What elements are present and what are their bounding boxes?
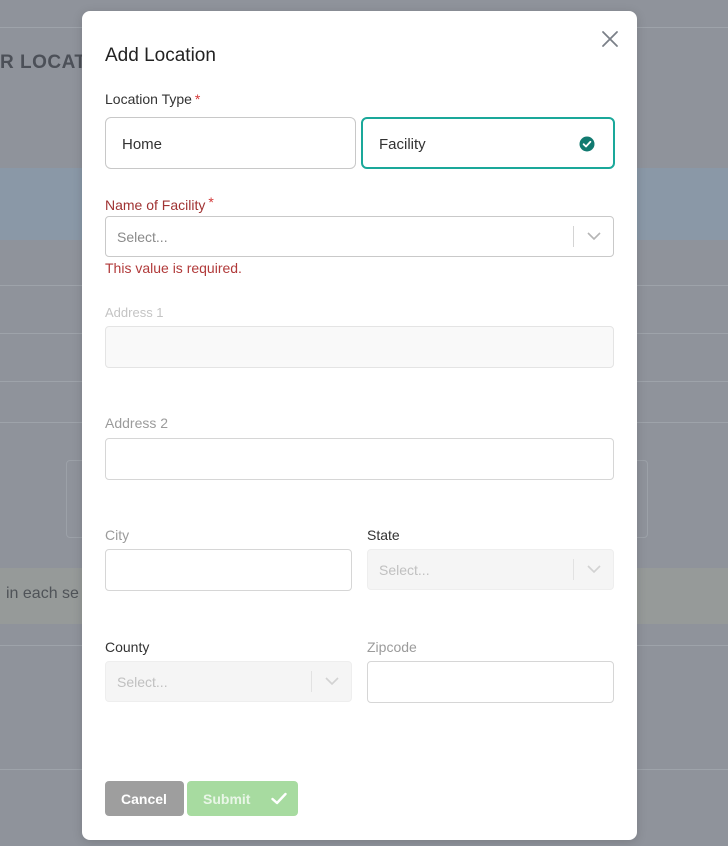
chevron-down-icon — [325, 677, 339, 686]
location-type-label: Location Type * — [105, 91, 201, 107]
close-button[interactable] — [599, 28, 621, 50]
select-placeholder: Select... — [117, 229, 168, 245]
page: R LOCATIO in each se Add Location Locati… — [0, 0, 728, 846]
facility-name-select[interactable]: Select... — [105, 216, 614, 257]
address1-input[interactable] — [105, 326, 614, 368]
address1-label: Address 1 — [105, 305, 164, 320]
county-select[interactable]: Select... — [105, 661, 352, 702]
modal-title: Add Location — [105, 45, 216, 66]
zipcode-label: Zipcode — [367, 639, 417, 655]
cancel-button-label: Cancel — [121, 791, 167, 807]
chevron-down-icon — [587, 565, 601, 574]
location-type-home-option[interactable]: Home — [105, 117, 356, 169]
facility-name-label: Name of Facility * — [105, 194, 214, 213]
submit-button[interactable]: Submit — [187, 781, 298, 816]
address2-label: Address 2 — [105, 415, 169, 431]
background-banner-text: in each se — [6, 585, 79, 602]
select-separator — [573, 226, 574, 247]
check-circle-icon — [579, 136, 595, 152]
state-select[interactable]: Select... — [367, 549, 614, 590]
add-location-modal: Add Location Location Type * Home Facilit… — [82, 11, 637, 840]
city-label: City — [105, 527, 130, 543]
zipcode-input[interactable] — [367, 661, 614, 703]
required-mark: * — [194, 91, 201, 107]
option-label: Home — [122, 136, 163, 153]
submit-button-label: Submit — [203, 791, 251, 807]
close-icon — [602, 31, 618, 47]
checkmark-icon — [271, 792, 287, 805]
address2-input[interactable] — [105, 438, 614, 480]
cancel-button[interactable]: Cancel — [105, 781, 184, 816]
state-label: State — [367, 527, 400, 543]
select-placeholder: Select... — [379, 562, 430, 578]
chevron-down-icon — [587, 232, 601, 241]
select-separator — [311, 671, 312, 692]
required-mark: * — [208, 194, 214, 210]
option-label: Facility — [379, 136, 426, 153]
county-label: County — [105, 639, 150, 655]
select-placeholder: Select... — [117, 674, 168, 690]
facility-name-error: This value is required. — [105, 260, 242, 276]
select-separator — [573, 559, 574, 580]
city-input[interactable] — [105, 549, 352, 591]
location-type-facility-option[interactable]: Facility — [361, 117, 615, 169]
